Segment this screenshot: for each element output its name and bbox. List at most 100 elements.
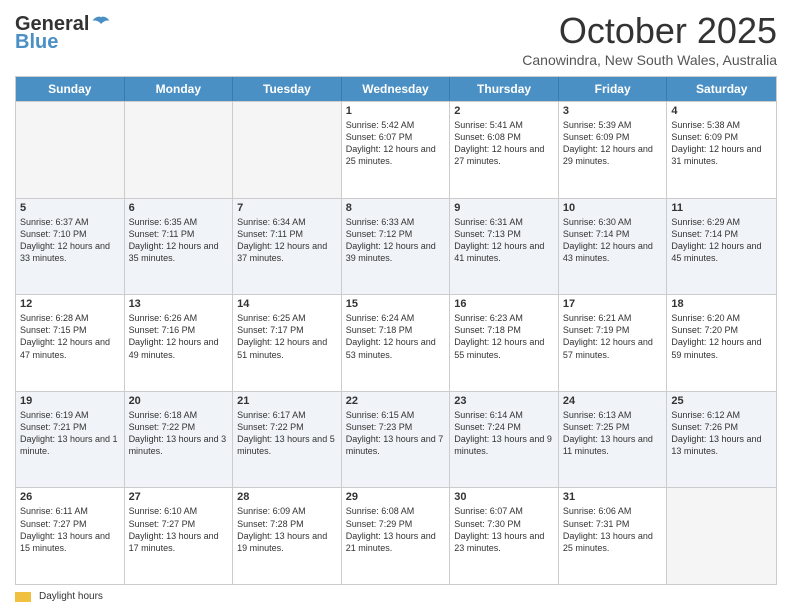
cell-info: Sunrise: 6:35 AM Sunset: 7:11 PM Dayligh… [129,216,229,265]
calendar-header-cell: Sunday [16,77,125,101]
calendar-cell: 24Sunrise: 6:13 AM Sunset: 7:25 PM Dayli… [559,392,668,488]
logo: General Blue [15,10,111,52]
cell-info: Sunrise: 6:20 AM Sunset: 7:20 PM Dayligh… [671,312,772,361]
day-number: 16 [454,298,554,310]
day-number: 14 [237,298,337,310]
day-number: 13 [129,298,229,310]
day-number: 6 [129,202,229,214]
cell-info: Sunrise: 6:30 AM Sunset: 7:14 PM Dayligh… [563,216,663,265]
calendar-cell: 4 Sunrise: 5:38 AM Sunset: 6:09 PM Daylig… [667,102,776,198]
month-title: October 2025 [522,10,777,52]
calendar: SundayMondayTuesdayWednesdayThursdayFrid… [15,76,777,585]
calendar-cell: 29Sunrise: 6:08 AM Sunset: 7:29 PM Dayli… [342,488,451,584]
day-number: 15 [346,298,446,310]
calendar-cell [233,102,342,198]
calendar-cell: 10Sunrise: 6:30 AM Sunset: 7:14 PM Dayli… [559,199,668,295]
cell-info: Sunrise: 6:17 AM Sunset: 7:22 PM Dayligh… [237,409,337,458]
calendar-header-cell: Tuesday [233,77,342,101]
day-number: 9 [454,202,554,214]
day-number: 27 [129,491,229,503]
day-number: 20 [129,395,229,407]
calendar-body: 1 Sunrise: 5:42 AM Sunset: 6:07 PM Daylig… [16,101,776,584]
calendar-header-cell: Saturday [667,77,776,101]
day-number: 2 [454,105,554,117]
day-number: 23 [454,395,554,407]
calendar-cell: 6 Sunrise: 6:35 AM Sunset: 7:11 PM Daylig… [125,199,234,295]
footer: Daylight hours [15,591,777,602]
cell-info: Sunrise: 6:19 AM Sunset: 7:21 PM Dayligh… [20,409,120,458]
calendar-cell [667,488,776,584]
calendar-cell: 19 Sunrise: 6:19 AM Sunset: 7:21 PM Dayli… [16,392,125,488]
calendar-cell: 20 Sunrise: 6:18 AM Sunset: 7:22 PM Dayli… [125,392,234,488]
cell-info: Sunrise: 6:34 AM Sunset: 7:11 PM Dayligh… [237,216,337,265]
calendar-header-cell: Wednesday [342,77,451,101]
header: General Blue October 2025 Canowindra, Ne… [15,10,777,68]
calendar-cell: 23 Sunrise: 6:14 AM Sunset: 7:24 PM Dayli… [450,392,559,488]
calendar-cell: 18 Sunrise: 6:20 AM Sunset: 7:20 PM Dayli… [667,295,776,391]
daylight-swatch [15,592,31,602]
calendar-cell: 28Sunrise: 6:09 AM Sunset: 7:28 PM Dayli… [233,488,342,584]
cell-info: Sunrise: 6:21 AM Sunset: 7:19 PM Dayligh… [563,312,663,361]
cell-info: Sunrise: 6:37 AM Sunset: 7:10 PM Dayligh… [20,216,120,265]
title-section: October 2025 Canowindra, New South Wales… [522,10,777,68]
calendar-cell [125,102,234,198]
day-number: 29 [346,491,446,503]
cell-info: Sunrise: 6:18 AM Sunset: 7:22 PM Dayligh… [129,409,229,458]
cell-info: Sunrise: 5:41 AM Sunset: 6:08 PM Dayligh… [454,119,554,168]
calendar-row: 12 Sunrise: 6:28 AM Sunset: 7:15 PM Dayli… [16,294,776,391]
cell-info: Sunrise: 6:07 AM Sunset: 7:30 PM Dayligh… [454,505,554,554]
daylight-label: Daylight hours [39,591,103,602]
calendar-cell: 21 Sunrise: 6:17 AM Sunset: 7:22 PM Dayli… [233,392,342,488]
calendar-row: 26Sunrise: 6:11 AM Sunset: 7:27 PM Dayli… [16,487,776,584]
calendar-cell: 31Sunrise: 6:06 AM Sunset: 7:31 PM Dayli… [559,488,668,584]
calendar-cell: 26Sunrise: 6:11 AM Sunset: 7:27 PM Dayli… [16,488,125,584]
calendar-cell: 11Sunrise: 6:29 AM Sunset: 7:14 PM Dayli… [667,199,776,295]
day-number: 31 [563,491,663,503]
calendar-cell: 27Sunrise: 6:10 AM Sunset: 7:27 PM Dayli… [125,488,234,584]
calendar-cell: 3Sunrise: 5:39 AM Sunset: 6:09 PM Daylig… [559,102,668,198]
day-number: 18 [671,298,772,310]
day-number: 19 [20,395,120,407]
cell-info: Sunrise: 5:38 AM Sunset: 6:09 PM Dayligh… [671,119,772,168]
day-number: 4 [671,105,772,117]
cell-info: Sunrise: 6:28 AM Sunset: 7:15 PM Dayligh… [20,312,120,361]
day-number: 11 [671,202,772,214]
cell-info: Sunrise: 6:24 AM Sunset: 7:18 PM Dayligh… [346,312,446,361]
calendar-cell: 12 Sunrise: 6:28 AM Sunset: 7:15 PM Dayli… [16,295,125,391]
calendar-cell: 1 Sunrise: 5:42 AM Sunset: 6:07 PM Daylig… [342,102,451,198]
calendar-cell: 25Sunrise: 6:12 AM Sunset: 7:26 PM Dayli… [667,392,776,488]
cell-info: Sunrise: 6:15 AM Sunset: 7:23 PM Dayligh… [346,409,446,458]
calendar-cell: 8Sunrise: 6:33 AM Sunset: 7:12 PM Daylig… [342,199,451,295]
calendar-header-cell: Friday [559,77,668,101]
day-number: 30 [454,491,554,503]
calendar-cell: 2 Sunrise: 5:41 AM Sunset: 6:08 PM Daylig… [450,102,559,198]
calendar-header-cell: Thursday [450,77,559,101]
logo-blue: Blue [15,32,58,52]
calendar-row: 1 Sunrise: 5:42 AM Sunset: 6:07 PM Daylig… [16,101,776,198]
day-number: 1 [346,105,446,117]
logo-bird-icon [91,15,111,33]
cell-info: Sunrise: 6:26 AM Sunset: 7:16 PM Dayligh… [129,312,229,361]
calendar-row: 5Sunrise: 6:37 AM Sunset: 7:10 PM Daylig… [16,198,776,295]
cell-info: Sunrise: 6:23 AM Sunset: 7:18 PM Dayligh… [454,312,554,361]
calendar-cell [16,102,125,198]
page: General Blue October 2025 Canowindra, Ne… [0,0,792,612]
cell-info: Sunrise: 6:13 AM Sunset: 7:25 PM Dayligh… [563,409,663,458]
cell-info: Sunrise: 6:09 AM Sunset: 7:28 PM Dayligh… [237,505,337,554]
day-number: 12 [20,298,120,310]
calendar-cell: 13 Sunrise: 6:26 AM Sunset: 7:16 PM Dayli… [125,295,234,391]
day-number: 7 [237,202,337,214]
calendar-cell: 14 Sunrise: 6:25 AM Sunset: 7:17 PM Dayli… [233,295,342,391]
cell-info: Sunrise: 6:33 AM Sunset: 7:12 PM Dayligh… [346,216,446,265]
cell-info: Sunrise: 6:14 AM Sunset: 7:24 PM Dayligh… [454,409,554,458]
calendar-cell: 30 Sunrise: 6:07 AM Sunset: 7:30 PM Dayli… [450,488,559,584]
calendar-header: SundayMondayTuesdayWednesdayThursdayFrid… [16,77,776,101]
calendar-header-cell: Monday [125,77,234,101]
day-number: 25 [671,395,772,407]
day-number: 17 [563,298,663,310]
cell-info: Sunrise: 6:11 AM Sunset: 7:27 PM Dayligh… [20,505,120,554]
cell-info: Sunrise: 5:42 AM Sunset: 6:07 PM Dayligh… [346,119,446,168]
calendar-cell: 9Sunrise: 6:31 AM Sunset: 7:13 PM Daylig… [450,199,559,295]
day-number: 21 [237,395,337,407]
cell-info: Sunrise: 6:25 AM Sunset: 7:17 PM Dayligh… [237,312,337,361]
